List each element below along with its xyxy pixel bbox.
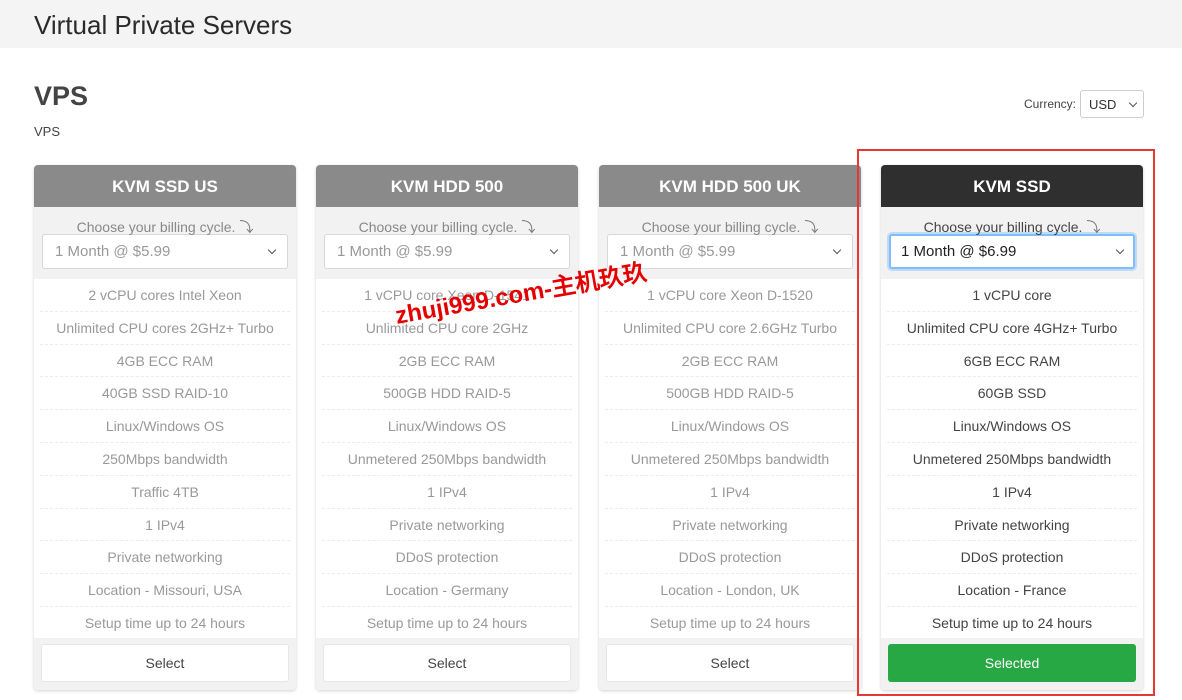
section-subtitle: VPS [34,124,61,139]
billing-cycle-label: Choose your billing cycle. ⤵ [358,219,536,235]
top-bar: Virtual Private Servers [0,0,1182,48]
feature-list: 2 vCPU cores Intel Xeon Unlimited CPU co… [34,279,296,640]
select-button[interactable]: Select [41,644,289,682]
chevron-down-icon [832,245,842,255]
feature-item: DDoS protection [887,541,1137,575]
page-title: Virtual Private Servers [34,10,293,40]
feature-item: 500GB HDD RAID-5 [605,377,855,411]
feature-item: Unmetered 250Mbps bandwidth [322,443,572,476]
feature-item: 250Mbps bandwidth [40,443,290,476]
currency-select[interactable]: USD [1080,90,1144,118]
plan-footer: Select [599,638,861,690]
feature-item: Private networking [605,509,855,542]
select-button[interactable]: Select [323,644,571,682]
feature-item: DDoS protection [605,541,855,575]
feature-item: Linux/Windows OS [322,410,572,443]
billing-cycle-label: Choose your billing cycle. ⤵ [76,219,254,235]
feature-item: Unmetered 250Mbps bandwidth [605,443,855,476]
feature-item: Unlimited CPU cores 2GHz+ Turbo [40,312,290,345]
feature-item: Unlimited CPU core 2.6GHz Turbo [605,312,855,345]
plan-name: KVM SSD [881,165,1143,207]
plan-name: KVM SSD US [34,165,296,207]
feature-item: 60GB SSD [887,377,1137,411]
curved-arrow-down-icon: ⤵ [1086,219,1101,235]
plan-footer: Select [316,638,578,690]
billing-section: Choose your billing cycle. ⤵ 1 Month @ $5… [34,207,296,279]
chevron-down-icon [267,245,277,255]
chevron-down-icon [1115,245,1125,255]
plan-card-kvm-ssd-us: KVM SSD US Choose your billing cycle. ⤵ 1… [34,165,296,690]
feature-item: 40GB SSD RAID-10 [40,377,290,411]
feature-item: Linux/Windows OS [40,410,290,443]
feature-item: Location - Missouri, USA [40,574,290,607]
feature-item: Private networking [40,541,290,575]
select-button[interactable]: Select [606,644,854,682]
feature-item: 1 IPv4 [605,476,855,509]
billing-cycle-value: 1 Month @ $5.99 [337,243,453,260]
curved-arrow-down-icon: ⤵ [239,219,254,235]
currency-label: Currency: [1023,97,1076,111]
feature-item: 4GB ECC RAM [40,345,290,378]
billing-section: Choose your billing cycle. ⤵ 1 Month @ $5… [316,207,578,279]
feature-item: 1 IPv4 [887,476,1137,509]
selected-button[interactable]: Selected [888,644,1136,682]
billing-cycle-value: 1 Month @ $5.99 [55,243,171,260]
curved-arrow-down-icon: ⤵ [521,219,536,235]
billing-cycle-select[interactable]: 1 Month @ $5.99 [324,234,570,269]
feature-item: Traffic 4TB [40,476,290,509]
feature-item: 2GB ECC RAM [605,345,855,378]
plan-footer: Select [34,638,296,690]
feature-item: DDoS protection [322,541,572,575]
billing-cycle-label: Choose your billing cycle. ⤵ [923,219,1101,235]
billing-cycle-select[interactable]: 1 Month @ $5.99 [42,234,288,269]
billing-section: Choose your billing cycle. ⤵ 1 Month @ $6… [881,207,1143,279]
currency-selector: Currency: USD [1024,90,1144,118]
chevron-down-icon [549,245,559,255]
section-heading: VPS VPS [34,80,88,139]
feature-item: 2 vCPU cores Intel Xeon [40,279,290,312]
plan-card-kvm-hdd-500-uk: KVM HDD 500 UK Choose your billing cycle… [599,165,861,690]
feature-item: 1 vCPU core [887,279,1137,312]
plan-name: KVM HDD 500 [316,165,578,207]
feature-item: Linux/Windows OS [605,410,855,443]
billing-cycle-select[interactable]: 1 Month @ $6.99 [889,234,1135,269]
billing-cycle-value: 1 Month @ $6.99 [901,243,1017,260]
feature-item: Setup time up to 24 hours [40,607,290,640]
feature-item: Location - France [887,574,1137,607]
feature-item: 6GB ECC RAM [887,345,1137,378]
currency-value: USD [1089,96,1117,112]
billing-cycle-label: Choose your billing cycle. ⤵ [641,219,819,235]
feature-list: 1 vCPU core Xeon D-1541 Unlimited CPU co… [316,279,578,640]
feature-list: 1 vCPU core Unlimited CPU core 4GHz+ Tur… [881,279,1143,640]
feature-item: Setup time up to 24 hours [605,607,855,640]
feature-item: Setup time up to 24 hours [322,607,572,640]
section-title: VPS [34,81,89,111]
feature-list: 1 vCPU core Xeon D-1520 Unlimited CPU co… [599,279,861,640]
chevron-down-icon [1128,98,1138,107]
plan-card-kvm-hdd-500: KVM HDD 500 Choose your billing cycle. ⤵ … [316,165,578,690]
feature-item: 1 IPv4 [322,476,572,509]
feature-item: Linux/Windows OS [887,410,1137,443]
feature-item: Setup time up to 24 hours [887,607,1137,640]
feature-item: 500GB HDD RAID-5 [322,377,572,411]
plan-name: KVM HDD 500 UK [599,165,861,207]
plan-footer: Selected [881,638,1143,690]
feature-item: Unmetered 250Mbps bandwidth [887,443,1137,476]
feature-item: 1 IPv4 [40,509,290,542]
feature-item: Private networking [887,509,1137,542]
plan-card-kvm-ssd: KVM SSD Choose your billing cycle. ⤵ 1 Mo… [881,165,1143,690]
feature-item: 2GB ECC RAM [322,345,572,378]
feature-item: Location - London, UK [605,574,855,607]
feature-item: Location - Germany [322,574,572,607]
curved-arrow-down-icon: ⤵ [804,219,819,235]
feature-item: Unlimited CPU core 4GHz+ Turbo [887,312,1137,345]
feature-item: Private networking [322,509,572,542]
